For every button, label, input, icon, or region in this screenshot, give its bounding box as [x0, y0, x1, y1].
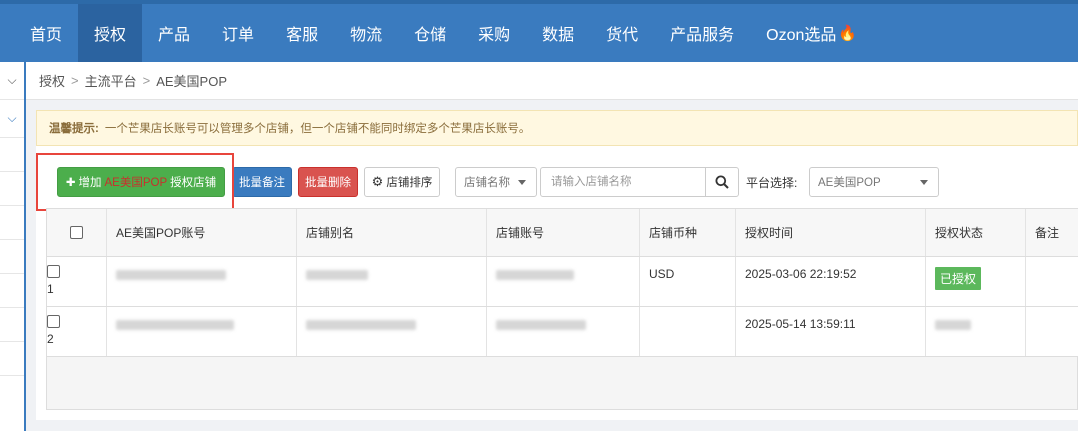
- breadcrumb-auth[interactable]: 授权: [39, 71, 65, 90]
- platform-value: AE美国POP: [818, 177, 881, 189]
- breadcrumb-current: AE美国POP: [156, 74, 228, 89]
- nav-customer-service[interactable]: 客服: [270, 4, 334, 62]
- fire-icon: 🔥: [838, 25, 858, 42]
- nav-orders[interactable]: 订单: [206, 4, 270, 62]
- row-select-cell: 1: [47, 257, 107, 306]
- nav-purchase[interactable]: 采购: [462, 4, 526, 62]
- chevron-down-icon: ⌵: [7, 111, 17, 125]
- top-nav: 首页 授权 产品 订单 客服 物流 仓储 采购 数据 货代 产品服务 Ozon选…: [0, 0, 1078, 62]
- cell-shop-account: [487, 307, 640, 356]
- sidebar-item[interactable]: [0, 172, 24, 206]
- gear-icon: ⚙: [371, 174, 384, 189]
- cell-currency: USD: [640, 257, 736, 306]
- header-shop-account: 店铺账号: [487, 209, 640, 256]
- search-button[interactable]: [705, 167, 739, 197]
- chevron-right-icon: >: [142, 73, 151, 88]
- row-index: 1: [47, 282, 54, 296]
- header-alias: 店铺别名: [297, 209, 487, 256]
- nav-forwarder[interactable]: 货代: [590, 4, 654, 62]
- nav-products[interactable]: 产品: [142, 4, 206, 62]
- header-auth-status: 授权状态: [926, 209, 1026, 256]
- batch-note-button[interactable]: 批量备注: [232, 167, 292, 197]
- nav-home[interactable]: 首页: [0, 4, 78, 62]
- nav-product-service[interactable]: 产品服务: [654, 4, 750, 62]
- table-header: AE美国POP账号 店铺别名 店铺账号 店铺币种 授权时间 授权状态 备注: [47, 209, 1078, 257]
- row-checkbox[interactable]: [47, 315, 60, 328]
- status-badge: 已授权: [935, 267, 982, 290]
- select-all-checkbox[interactable]: [70, 226, 83, 239]
- sidebar-item[interactable]: [0, 138, 24, 172]
- cell-alias: [297, 257, 487, 306]
- tip-label: 温馨提示:: [49, 123, 99, 135]
- search-field-value: 店铺名称: [464, 177, 510, 189]
- nav-ozon-label: Ozon选品: [766, 27, 837, 44]
- sidebar-item[interactable]: [0, 240, 24, 274]
- header-select-cell: [47, 209, 107, 256]
- caret-down-icon: [920, 180, 928, 185]
- breadcrumb-mainstream[interactable]: 主流平台: [85, 71, 137, 90]
- row-checkbox[interactable]: [47, 265, 60, 278]
- cell-note: [1026, 307, 1078, 356]
- sidebar-item[interactable]: [0, 206, 24, 240]
- shop-name-search-input[interactable]: [540, 167, 706, 197]
- cell-note: [1026, 257, 1078, 306]
- table-row: 1 USD 2025-03-06 22:19:52 已授权: [47, 257, 1078, 307]
- shop-sort-button[interactable]: ⚙ 店铺排序: [364, 167, 440, 197]
- highlight-outline: [36, 153, 234, 211]
- table-row: 2 2025-05-14 13:59:11: [47, 307, 1078, 357]
- search-field-select[interactable]: 店铺名称: [455, 167, 537, 197]
- tip-banner: 温馨提示: 一个芒果店长账号可以管理多个店铺，但一个店铺不能同时绑定多个芒果店长…: [36, 110, 1078, 146]
- cell-account: [107, 257, 297, 306]
- caret-down-icon: [518, 180, 526, 185]
- nav-warehouse[interactable]: 仓储: [398, 4, 462, 62]
- cell-shop-account: [487, 257, 640, 306]
- chevron-right-icon: >: [71, 73, 79, 88]
- nav-auth[interactable]: 授权: [78, 4, 143, 62]
- cell-currency: [640, 307, 736, 356]
- header-currency: 店铺币种: [640, 209, 736, 256]
- cell-auth-status: [926, 307, 1026, 356]
- sidebar: ⌵ ⌵: [0, 62, 26, 431]
- search-icon: [715, 175, 729, 189]
- header-auth-time: 授权时间: [736, 209, 926, 256]
- nav-logistics[interactable]: 物流: [334, 4, 398, 62]
- nav-ozon-selection[interactable]: Ozon选品 🔥: [750, 4, 873, 62]
- batch-delete-button[interactable]: 批量删除: [298, 167, 358, 197]
- header-note: 备注: [1035, 226, 1060, 240]
- sidebar-item[interactable]: [0, 274, 24, 308]
- row-select-cell: 2: [47, 307, 107, 356]
- shop-table: AE美国POP账号 店铺别名 店铺账号 店铺币种 授权时间 授权状态 备注 1 …: [46, 208, 1078, 410]
- cell-account: [107, 307, 297, 356]
- sidebar-section[interactable]: ⌵: [0, 100, 24, 138]
- sidebar-item[interactable]: [0, 342, 24, 376]
- breadcrumb: 授权 > 主流平台 > AE美国POP: [26, 62, 1078, 100]
- platform-select[interactable]: AE美国POP: [809, 167, 939, 197]
- main-panel: 温馨提示: 一个芒果店长账号可以管理多个店铺，但一个店铺不能同时绑定多个芒果店长…: [36, 110, 1078, 420]
- tip-text: 一个芒果店长账号可以管理多个店铺，但一个店铺不能同时绑定多个芒果店长账号。: [104, 123, 531, 135]
- cell-auth-time: 2025-05-14 13:59:11: [736, 307, 926, 356]
- cell-auth-time: 2025-03-06 22:19:52: [736, 257, 926, 306]
- nav-data[interactable]: 数据: [526, 4, 590, 62]
- sidebar-item[interactable]: [0, 308, 24, 342]
- chevron-down-icon: ⌵: [7, 73, 17, 87]
- sidebar-toggle[interactable]: ⌵: [0, 62, 24, 100]
- row-index: 2: [47, 332, 54, 346]
- platform-label: 平台选择:: [746, 176, 798, 190]
- cell-auth-status: 已授权: [926, 257, 1026, 306]
- cell-alias: [297, 307, 487, 356]
- header-account: AE美国POP账号: [107, 209, 297, 256]
- shop-sort-label: 店铺排序: [386, 177, 433, 189]
